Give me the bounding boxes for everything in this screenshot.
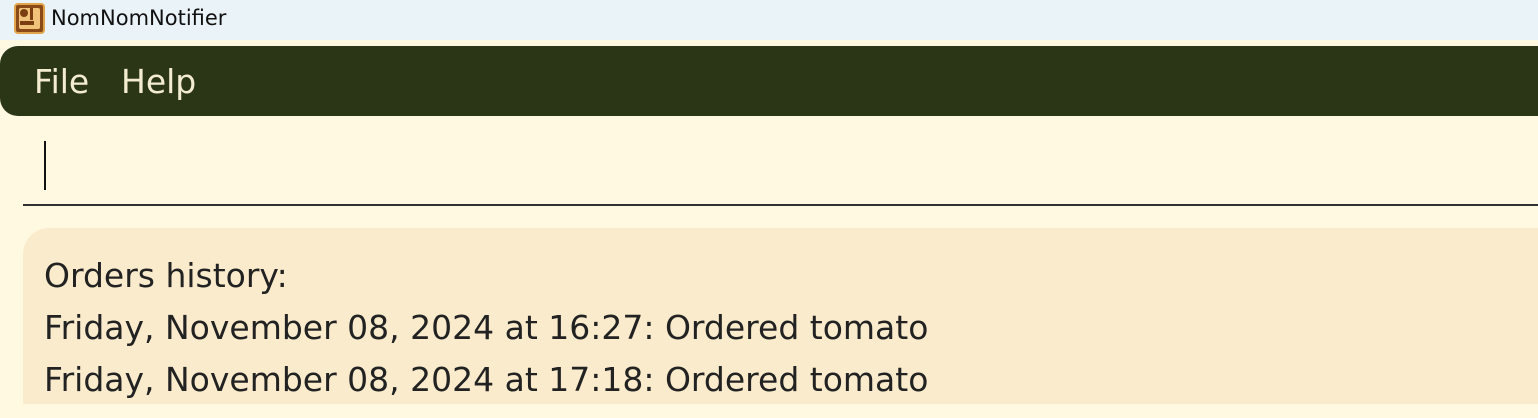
- menu-bar: File Help: [0, 46, 1538, 116]
- history-entry: Friday, November 08, 2024 at 16:27: Orde…: [44, 308, 929, 347]
- window-title: NomNomNotifier: [51, 6, 227, 30]
- command-input[interactable]: [23, 132, 1538, 206]
- menu-file[interactable]: File: [34, 62, 89, 101]
- app-logo-icon: [14, 3, 45, 34]
- menu-help[interactable]: Help: [121, 62, 196, 101]
- orders-history-heading: Orders history:: [44, 256, 288, 295]
- history-entry: Friday, November 08, 2024 at 17:18: Orde…: [44, 360, 929, 399]
- orders-history-panel: Orders history: Friday, November 08, 202…: [23, 228, 1538, 404]
- text-caret: [44, 141, 46, 190]
- window-titlebar: NomNomNotifier: [0, 0, 1538, 40]
